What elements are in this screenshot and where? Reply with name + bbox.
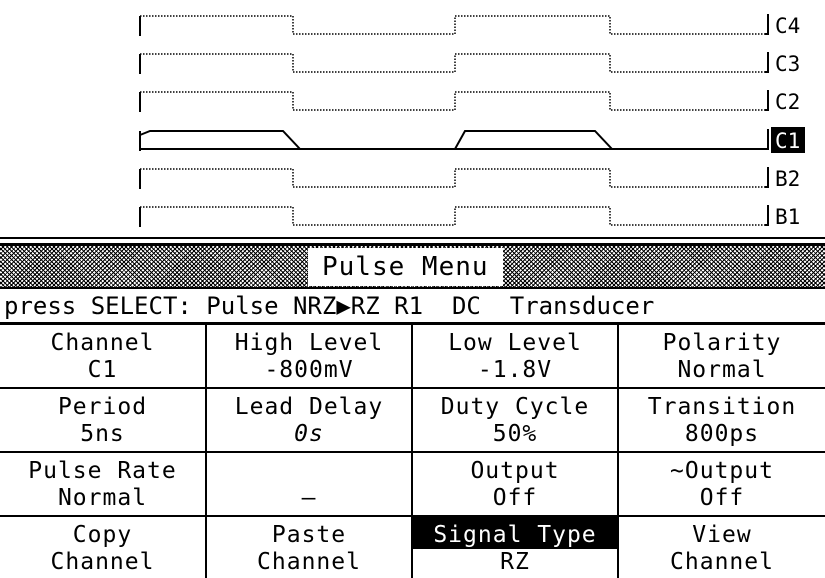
grid-divider [0, 387, 825, 389]
channel-label-b1: B1 [775, 205, 800, 229]
view-channel-button[interactable]: View Channel [619, 517, 825, 578]
cell-label: View [692, 522, 752, 548]
channel-trace-c3: C3 [139, 52, 800, 76]
cell-value: Channel [50, 549, 155, 575]
cell-value: Off [492, 485, 538, 511]
option-transducer[interactable]: Transducer [510, 292, 655, 320]
cell-label: Pulse Rate [28, 458, 177, 484]
cell-value: Normal [677, 357, 767, 383]
channel-trace-c1: C1 [139, 127, 805, 153]
polarity-button[interactable]: Polarity Normal [619, 325, 825, 387]
menu-title-bar: Pulse Menu [0, 243, 825, 287]
inverted-output-button[interactable]: ~Output Off [619, 453, 825, 515]
transition-button[interactable]: Transition 800ps [619, 389, 825, 451]
cell-label: Copy [72, 522, 133, 548]
select-prefix: press SELECT: Pulse NRZ [4, 292, 337, 320]
cell-label: ~Output [670, 458, 774, 484]
cell-label: Polarity [662, 330, 782, 356]
cell-value: Off [699, 485, 745, 511]
channel-label-c4: C4 [775, 14, 800, 38]
cell-label: Duty Cycle [440, 394, 590, 420]
triangle-right-icon: ▶ [336, 292, 351, 320]
cell-value: 5ns [80, 421, 125, 447]
period-button[interactable]: Period 5ns [0, 389, 205, 451]
channel-trace-b1: B1 [139, 205, 800, 229]
pulse-rate-button[interactable]: Pulse Rate Normal [0, 453, 205, 515]
grid-divider [0, 451, 825, 453]
low-level-button[interactable]: Low Level -1.8V [413, 325, 617, 387]
cell-value: 50% [492, 421, 538, 447]
parameter-grid: Channel C1 High Level -800mV Low Level -1.8… [0, 325, 825, 578]
channel-label-c2: C2 [775, 90, 800, 114]
channel-button[interactable]: Channel C1 [0, 325, 205, 387]
waveform-display: C4 C3 C2 C1 B2 B1 [0, 14, 825, 239]
cell-label: Signal Type [413, 517, 617, 549]
option-r1[interactable]: R1 [394, 292, 423, 320]
channel-label-b2: B2 [775, 167, 800, 191]
select-prompt: press SELECT: Pulse NRZ▶RZ R1 DC Transdu… [0, 287, 825, 325]
cell-value: C1 [87, 357, 118, 383]
copy-channel-button[interactable]: Copy Channel [0, 517, 205, 578]
cell-value: 0s [294, 421, 324, 447]
cell-label: Channel [50, 330, 155, 356]
cell-value: RZ [500, 549, 530, 575]
cell-label: Low Level [448, 330, 582, 356]
cell-value: Channel [670, 549, 774, 575]
cell-label: Transition [647, 394, 797, 420]
duty-cycle-button[interactable]: Duty Cycle 50% [413, 389, 617, 451]
output-button[interactable]: Output Off [413, 453, 617, 515]
channel-label-c3: C3 [775, 52, 800, 76]
lead-delay-button[interactable]: Lead Delay 0s [207, 389, 411, 451]
cell-label: Lead Delay [234, 394, 384, 420]
paste-channel-button[interactable]: Paste Channel [207, 517, 411, 578]
channel-trace-c2: C2 [139, 90, 800, 114]
cell-value: 800ps [684, 421, 760, 447]
signal-type-button[interactable]: Signal Type RZ [413, 517, 617, 578]
channel-trace-c4: C4 [139, 14, 800, 38]
channel-label-c1: C1 [775, 129, 800, 153]
channel-trace-b2: B2 [139, 167, 800, 191]
cell-label: Output [470, 458, 560, 484]
option-dc[interactable]: DC [452, 292, 481, 320]
cell-value: Channel [257, 549, 361, 575]
option-rz[interactable]: RZ [351, 292, 380, 320]
menu-title: Pulse Menu [308, 248, 503, 286]
empty-button[interactable]: — [207, 453, 411, 515]
cell-label: Paste [271, 522, 347, 548]
high-level-button[interactable]: High Level -800mV [207, 325, 411, 387]
cell-label: Period [57, 394, 148, 420]
cell-value: — [301, 485, 317, 511]
grid-divider [0, 515, 825, 517]
cell-label: High Level [234, 330, 384, 356]
cell-value: -1.8V [477, 357, 553, 383]
cell-label [207, 458, 411, 485]
cell-value: Normal [57, 485, 148, 511]
cell-value: -800mV [264, 357, 354, 383]
